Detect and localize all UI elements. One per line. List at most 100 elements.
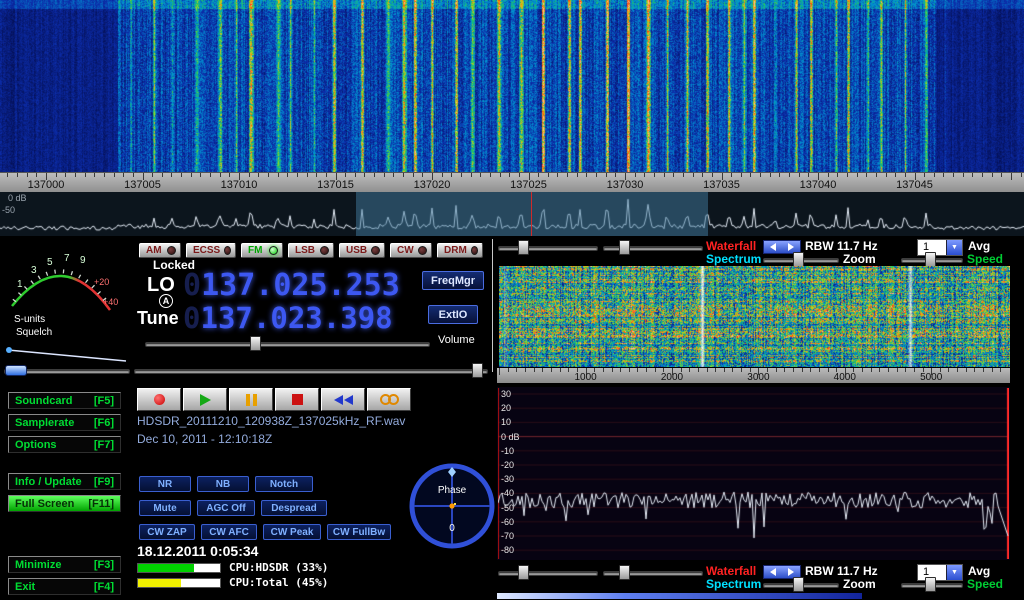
mode-button-am[interactable]: AM	[139, 243, 181, 258]
dsp-button-mute[interactable]: Mute	[139, 500, 191, 516]
mode-button-cw[interactable]: CW	[390, 243, 432, 258]
meter-tick-label: +40	[103, 297, 118, 307]
side-button-soundcard[interactable]: Soundcard[F5]	[8, 392, 121, 409]
squelch-slider[interactable]	[4, 363, 130, 377]
hdsdr-main-window: 1370001370051370101370151370201370251370…	[0, 0, 1024, 600]
slider-thumb[interactable]	[5, 365, 27, 376]
stop-button[interactable]	[275, 388, 319, 411]
mode-button-lsb[interactable]: LSB	[288, 243, 334, 258]
cpu-usage-fill	[138, 564, 194, 572]
scale-tick	[258, 173, 259, 177]
slider-thumb[interactable]	[250, 336, 261, 351]
pause-button[interactable]	[229, 388, 273, 411]
left-arrow-icon[interactable]	[770, 243, 776, 251]
db-scale-label: -20	[501, 460, 514, 470]
lo-frequency-display[interactable]: 0137.025.253	[183, 268, 400, 303]
bottom-waterfall-brightness-slider[interactable]	[603, 565, 703, 579]
frequency-tick-label: 137040	[800, 179, 837, 191]
scale-tick	[654, 173, 655, 177]
scale-tick	[94, 173, 95, 177]
dsp-button-nb[interactable]: NB	[197, 476, 249, 492]
side-button-full-screen[interactable]: Full Screen[F11]	[8, 495, 121, 512]
slider-thumb[interactable]	[518, 565, 529, 580]
side-button-options[interactable]: Options[F7]	[8, 436, 121, 453]
slider-thumb[interactable]	[925, 252, 936, 267]
loop-icon	[380, 394, 399, 405]
top-zoom-slider[interactable]	[763, 252, 839, 266]
freqmgr-button[interactable]: FreqMgr	[422, 271, 484, 290]
slider-thumb[interactable]	[518, 240, 529, 255]
mode-button-usb[interactable]: USB	[339, 243, 385, 258]
audio-waterfall-display[interactable]	[499, 266, 1010, 367]
bottom-spectrum-toggle[interactable]: Spectrum	[706, 577, 761, 591]
cpu-usage-bar	[137, 578, 221, 588]
tune-cursor[interactable]	[531, 192, 532, 236]
record-button[interactable]	[137, 388, 181, 411]
audio-frequency-scale[interactable]: 10002000300040005000	[497, 368, 1010, 383]
side-button-info-update[interactable]: Info / Update[F9]	[8, 473, 121, 490]
bottom-waterfall-contrast-slider[interactable]	[498, 565, 598, 579]
side-button-label: Minimize	[15, 559, 61, 571]
bottom-speed-slider[interactable]	[901, 577, 963, 591]
passband-selection[interactable]	[356, 192, 708, 236]
mode-button-drm[interactable]: DRM	[437, 243, 483, 258]
slider-thumb[interactable]	[925, 577, 936, 592]
side-button-samplerate[interactable]: Samplerate[F6]	[8, 414, 121, 431]
bottom-waterfall-toggle[interactable]: Waterfall	[706, 564, 756, 578]
dsp-button-despread[interactable]: Despread	[261, 500, 327, 516]
slider-thumb[interactable]	[619, 240, 630, 255]
tune-label: Tune	[137, 308, 179, 329]
scale-tick	[974, 368, 975, 372]
scale-tick	[966, 368, 967, 372]
top-waterfall-toggle[interactable]: Waterfall	[706, 239, 756, 253]
meter-tick-label: 5	[47, 257, 53, 268]
scale-tick	[934, 173, 935, 177]
slider-thumb[interactable]	[793, 252, 804, 267]
right-arrow-icon[interactable]	[788, 568, 794, 576]
top-speed-slider[interactable]	[901, 252, 963, 266]
display-scroll-bar[interactable]	[497, 593, 862, 599]
bottom-zoom-slider[interactable]	[763, 577, 839, 591]
slider-thumb[interactable]	[472, 363, 483, 378]
vfo-a-badge[interactable]: A	[159, 294, 173, 308]
dsp-button-cw-peak[interactable]: CW Peak	[263, 524, 321, 540]
dsp-button-cw-zap[interactable]: CW ZAP	[139, 524, 195, 540]
dsp-button-notch[interactable]: Notch	[255, 476, 313, 492]
top-spectrum-toggle[interactable]: Spectrum	[706, 252, 761, 266]
right-arrow-icon[interactable]	[788, 243, 794, 251]
scale-tick	[1000, 368, 1001, 372]
dsp-button-agc-off[interactable]: AGC Off	[197, 500, 255, 516]
mode-button-fm[interactable]: FM	[241, 243, 283, 258]
db-scale-label: -30	[501, 474, 514, 484]
left-arrow-icon[interactable]	[770, 568, 776, 576]
rf-waterfall-display[interactable]	[0, 0, 1024, 172]
scale-tick	[689, 368, 690, 372]
slider-thumb[interactable]	[793, 577, 804, 592]
rewind-button[interactable]	[321, 388, 365, 411]
if-center-slider[interactable]	[134, 363, 488, 377]
scale-tick	[655, 368, 656, 372]
db-scale-label: -80	[501, 545, 514, 555]
dsp-button-nr[interactable]: NR	[139, 476, 191, 492]
slider-thumb[interactable]	[619, 565, 630, 580]
loop-button[interactable]	[367, 388, 411, 411]
side-button-minimize[interactable]: Minimize[F3]	[8, 556, 121, 573]
top-waterfall-contrast-slider[interactable]	[498, 240, 598, 254]
mode-button-ecss[interactable]: ECSS	[186, 243, 236, 258]
audio-frequency-tick-label: 3000	[747, 372, 769, 383]
extio-button[interactable]: ExtIO	[428, 305, 478, 324]
volume-slider[interactable]	[145, 336, 430, 350]
db-scale-label: 0 dB	[501, 432, 520, 442]
dsp-button-cw-afc[interactable]: CW AFC	[201, 524, 257, 540]
scale-tick	[345, 173, 346, 177]
audio-spectrum-display[interactable]: 3020100 dB-10-20-30-40-50-60-70-80	[497, 387, 1010, 560]
side-button-exit[interactable]: Exit[F4]	[8, 578, 121, 595]
play-button[interactable]	[183, 388, 227, 411]
rf-frequency-scale[interactable]: 1370001370051370101370151370201370251370…	[0, 172, 1024, 193]
rf-spectrum-display[interactable]: 0 dB -50	[0, 192, 1024, 236]
top-waterfall-brightness-slider[interactable]	[603, 240, 703, 254]
phase-dot	[449, 503, 454, 508]
dsp-button-cw-fullbw[interactable]: CW FullBw	[327, 524, 391, 540]
db-scale-label: 10	[501, 417, 511, 427]
tune-frequency-display[interactable]: 0137.023.398	[183, 301, 393, 335]
